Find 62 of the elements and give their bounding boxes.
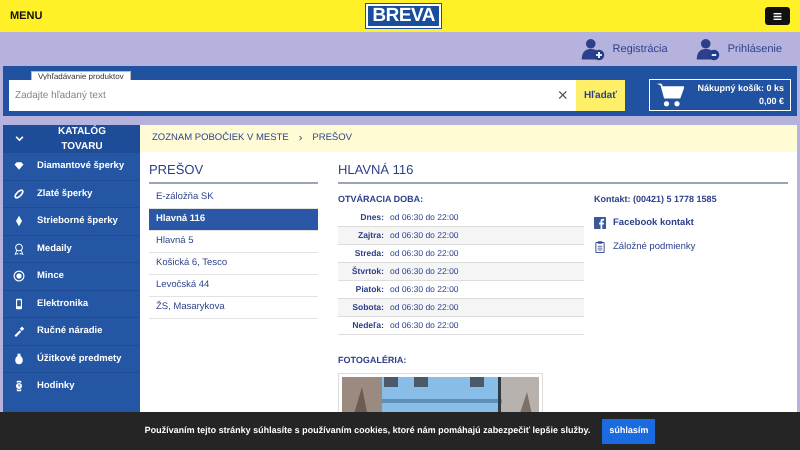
hours-value: od 06:30 do 22:00 — [390, 229, 459, 242]
day-label: Sobota: — [351, 301, 384, 314]
crystal-icon — [13, 215, 25, 228]
branch-item[interactable]: Levočská 44 — [149, 274, 318, 296]
cart-button[interactable]: Nákupný košík: 0 ks 0,00 € — [649, 79, 791, 111]
watch-icon — [13, 380, 25, 392]
coin-icon — [13, 270, 25, 282]
account-link[interactable]: Registrácia — [580, 37, 668, 61]
menu-label[interactable]: MENU — [10, 8, 42, 24]
hours-title: OTVÁRACIA DOBA: — [338, 192, 424, 206]
medal-icon — [13, 242, 25, 255]
logo[interactable]: BREVA — [366, 4, 442, 28]
facebook-icon — [594, 217, 606, 230]
contact-link[interactable]: Facebook kontakt — [594, 216, 788, 230]
hours-value: od 06:30 do 22:00 — [390, 265, 459, 278]
day-label: Zajtra: — [357, 229, 384, 242]
vase-icon — [13, 352, 25, 365]
city-title: PREŠOV — [149, 160, 318, 184]
day-label: Dnes: — [359, 211, 384, 224]
menu-icon — [772, 12, 783, 20]
breadcrumb-link[interactable]: ZOZNAM POBOČIEK V MESTE — [152, 131, 289, 146]
phone-icon — [13, 298, 25, 310]
day-label: Streda: — [354, 247, 384, 260]
user-add-icon — [580, 37, 605, 61]
account-link[interactable]: Prihlásenie — [696, 37, 782, 61]
contact-link[interactable]: Záložné podmienky — [594, 240, 788, 254]
hours-value: od 06:30 do 22:00 — [390, 283, 459, 296]
search-button[interactable]: Hľadať — [576, 80, 625, 111]
ring-icon — [13, 188, 25, 200]
clear-button[interactable]: × — [549, 82, 576, 109]
search-legend: Vyhľadávanie produktov — [31, 71, 131, 80]
contact-phone: Kontakt: (00421) 5 1778 1585 — [594, 192, 718, 206]
cart-count: Nákupný košík: 0 ks — [697, 82, 784, 95]
wrench-icon — [13, 325, 25, 338]
gallery-title: FOTOGALÉRIA: — [338, 354, 408, 367]
menu-button[interactable] — [765, 7, 790, 25]
catalog-header[interactable]: KATALÓG TOVARU — [3, 125, 140, 152]
cookie-message: Používaním tejto stránky súhlasíte s používaním cookies, ktoré nám pomáhajú zabezpečiť lepšie služby. — [144, 424, 590, 438]
search-field[interactable]: Zadajte hľadaný text × Hľadať — [9, 80, 625, 111]
account-link-label: Registrácia — [612, 42, 668, 57]
chevron-down-icon — [15, 134, 24, 143]
breadcrumb-separator: › — [298, 131, 302, 146]
branch-item[interactable]: Hlavná 5 — [149, 230, 318, 252]
branch-item[interactable]: Hlavná 116 — [149, 208, 318, 230]
day-label: Štvrtok: — [350, 265, 384, 278]
account-link-label: Prihlásenie — [728, 42, 782, 57]
day-label: Nedeľa: — [351, 319, 384, 332]
branch-item[interactable]: Košická 6, Tesco — [149, 252, 318, 274]
hours-value: od 06:30 do 22:00 — [390, 319, 459, 332]
branch-item[interactable]: ŽS, Masarykova — [149, 296, 318, 318]
branch-title: HLAVNÁ 116 — [338, 160, 788, 184]
clipboard-icon — [594, 241, 606, 254]
gem-icon — [13, 160, 25, 172]
hours-value: od 06:30 do 22:00 — [390, 247, 459, 260]
cart-icon — [656, 81, 684, 109]
accept-button[interactable]: súhlasím — [602, 418, 656, 444]
day-label: Piatok: — [354, 283, 384, 296]
hours-value: od 06:30 do 22:00 — [390, 211, 459, 224]
cart-total: 0,00 € — [758, 95, 784, 108]
breadcrumb-link[interactable]: PREŠOV — [312, 131, 352, 146]
user-icon — [696, 37, 720, 61]
hours-value: od 06:30 do 22:00 — [390, 301, 459, 314]
